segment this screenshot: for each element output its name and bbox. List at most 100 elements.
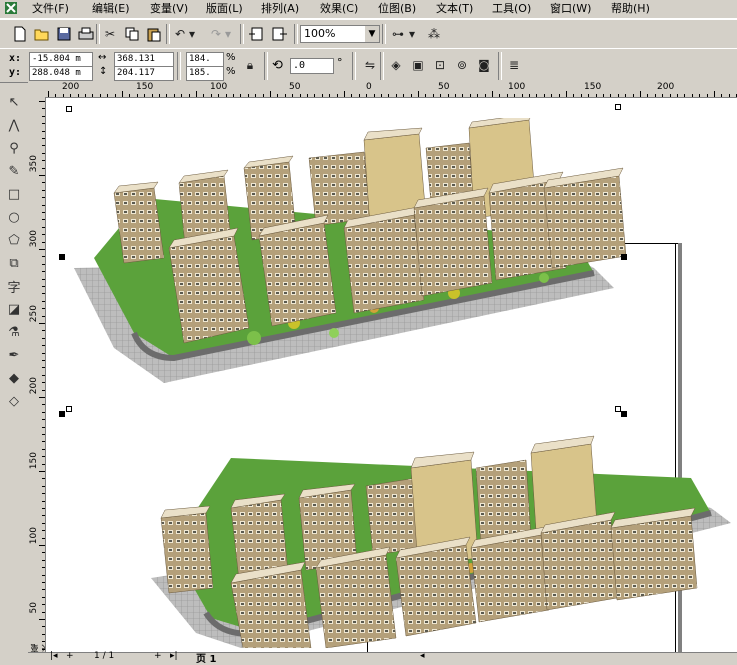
bitmap-edit-icon[interactable]: ◈ xyxy=(386,55,406,75)
menu-bitmaps[interactable]: 位图(B) xyxy=(378,1,416,17)
menu-window[interactable]: 窗口(W) xyxy=(550,1,591,17)
outline-tool-icon[interactable]: ✒ xyxy=(3,345,25,366)
ruler-tick xyxy=(580,94,582,97)
standard-toolbar: ✂ ↶ ▾ ↷ ▾ 100% ▼ ⊶ ▾ ⁂ xyxy=(0,19,737,49)
height-input[interactable]: 204.117 xyxy=(114,66,174,81)
selection-handle[interactable] xyxy=(621,254,627,260)
prev-page-icon[interactable]: + xyxy=(66,651,74,661)
horizontal-ruler[interactable]: 200 150 100 50 0 50 100 150 200 xyxy=(46,82,737,98)
ruler-tick xyxy=(42,189,45,191)
chevron-down-icon[interactable]: ▼ xyxy=(365,26,379,42)
corel-online-icon[interactable]: ⁂ xyxy=(424,24,444,44)
selection-handle[interactable] xyxy=(621,411,627,417)
ruler-tick xyxy=(42,212,45,213)
ruler-tick xyxy=(42,515,45,517)
undo-dropdown-icon[interactable]: ▾ xyxy=(186,24,198,44)
x-position-input[interactable]: -15.804 m xyxy=(29,52,93,67)
bitmap-color-mask-icon[interactable]: ◙ xyxy=(474,55,494,75)
scroll-left-icon[interactable]: ◂ xyxy=(420,651,425,661)
basic-shapes-icon[interactable]: ⧉ xyxy=(3,253,25,274)
mirror-icon[interactable]: ⇋ xyxy=(360,55,380,75)
ruler-tick xyxy=(196,91,197,97)
crop-bitmap-icon[interactable]: ⊡ xyxy=(430,55,450,75)
print-icon[interactable] xyxy=(76,24,96,44)
lock-ratio-icon[interactable]: 🔒︎ xyxy=(240,55,260,75)
trace-bitmap-icon[interactable]: ▣ xyxy=(408,55,428,75)
scale-y-input[interactable]: 185. xyxy=(186,66,224,81)
drawing-canvas[interactable] xyxy=(46,98,737,652)
ruler-tick xyxy=(166,94,168,97)
ruler-corner[interactable] xyxy=(28,82,47,98)
text-tool-icon[interactable]: 字 xyxy=(3,276,25,297)
selection-marker[interactable] xyxy=(66,106,72,112)
ruler-tick xyxy=(366,94,368,97)
selection-handle[interactable] xyxy=(59,254,65,260)
ruler-tick xyxy=(42,522,45,524)
ruler-tick xyxy=(395,94,397,97)
ruler-tick xyxy=(521,94,523,97)
paste-icon[interactable] xyxy=(144,24,164,44)
zoom-tool-icon[interactable]: ⚲ xyxy=(3,138,25,159)
width-input[interactable]: 368.131 xyxy=(114,52,174,67)
wrap-paragraph-icon[interactable]: ≣ xyxy=(504,55,524,75)
redo-dropdown-icon[interactable]: ▾ xyxy=(222,24,234,44)
ruler-tick xyxy=(99,94,101,97)
menu-tools[interactable]: 工具(O) xyxy=(492,1,531,17)
ruler-tick xyxy=(42,145,45,147)
selection-marker[interactable] xyxy=(615,406,621,412)
menu-view[interactable]: 变量(V) xyxy=(150,1,188,17)
residential-rendering-bottom[interactable] xyxy=(151,348,731,648)
app-launcher-icon[interactable]: ⊶ xyxy=(388,24,408,44)
ruler-tick xyxy=(42,300,45,302)
menu-effects[interactable]: 效果(C) xyxy=(320,1,358,17)
ruler-tick xyxy=(432,94,434,97)
page-tab[interactable]: 页 1 xyxy=(196,650,216,665)
resample-icon[interactable]: ⊚ xyxy=(452,55,472,75)
selection-marker[interactable] xyxy=(66,406,72,412)
menu-text[interactable]: 文本(T) xyxy=(436,1,473,17)
first-page-icon[interactable]: |◂ xyxy=(50,651,58,661)
ruler-tick xyxy=(42,293,45,295)
last-page-icon[interactable]: ▸| xyxy=(170,651,178,661)
y-position-input[interactable]: 288.048 m xyxy=(29,66,93,81)
ellipse-tool-icon[interactable]: ○ xyxy=(3,207,25,228)
rectangle-tool-icon[interactable]: □ xyxy=(3,184,25,205)
ruler-label: 200 xyxy=(657,82,675,92)
ruler-tick xyxy=(42,537,45,539)
zoom-level-select[interactable]: 100% ▼ xyxy=(300,25,380,43)
next-page-icon[interactable]: + xyxy=(154,651,162,661)
ruler-tick xyxy=(654,94,656,97)
selection-marker[interactable] xyxy=(615,104,621,110)
interactive-fill-icon[interactable]: ◇ xyxy=(3,391,25,412)
ruler-unit: 毫米 xyxy=(30,644,45,652)
import-icon[interactable] xyxy=(246,24,266,44)
vertical-ruler[interactable]: 350 300 250 200 150 100 50 毫米 xyxy=(28,97,46,652)
fill-tool-icon[interactable]: ◆ xyxy=(3,368,25,389)
open-icon[interactable] xyxy=(32,24,52,44)
interactive-blend-icon[interactable]: ◪ xyxy=(3,299,25,320)
freehand-tool-icon[interactable]: ✎ xyxy=(3,161,25,182)
rotation-input[interactable]: .0 xyxy=(290,58,334,74)
menu-file[interactable]: 文件(F) xyxy=(32,1,69,17)
height-arrow-icon: ↕ xyxy=(99,66,108,77)
menu-edit[interactable]: 编辑(E) xyxy=(92,1,130,17)
menu-help[interactable]: 帮助(H) xyxy=(611,1,650,17)
cut-icon[interactable]: ✂ xyxy=(100,24,120,44)
save-icon[interactable] xyxy=(54,24,74,44)
export-icon[interactable] xyxy=(270,24,290,44)
ruler-tick xyxy=(42,633,45,635)
ruler-tick xyxy=(551,94,553,97)
selection-handle[interactable] xyxy=(59,411,65,417)
ruler-label: 300 xyxy=(29,230,39,248)
pick-tool-icon[interactable]: ↖ xyxy=(3,92,25,113)
menu-layout[interactable]: 版面(L) xyxy=(206,1,243,17)
new-document-icon[interactable] xyxy=(10,24,30,44)
shape-tool-icon[interactable]: ⋀ xyxy=(3,115,25,136)
app-icon[interactable] xyxy=(4,1,18,17)
menu-arrange[interactable]: 排列(A) xyxy=(261,1,299,17)
scale-x-input[interactable]: 184. xyxy=(186,52,224,67)
copy-icon[interactable] xyxy=(122,24,142,44)
polygon-tool-icon[interactable]: ⬠ xyxy=(3,230,25,251)
eyedropper-tool-icon[interactable]: ⚗ xyxy=(3,322,25,343)
launcher-dropdown-icon[interactable]: ▾ xyxy=(406,24,418,44)
